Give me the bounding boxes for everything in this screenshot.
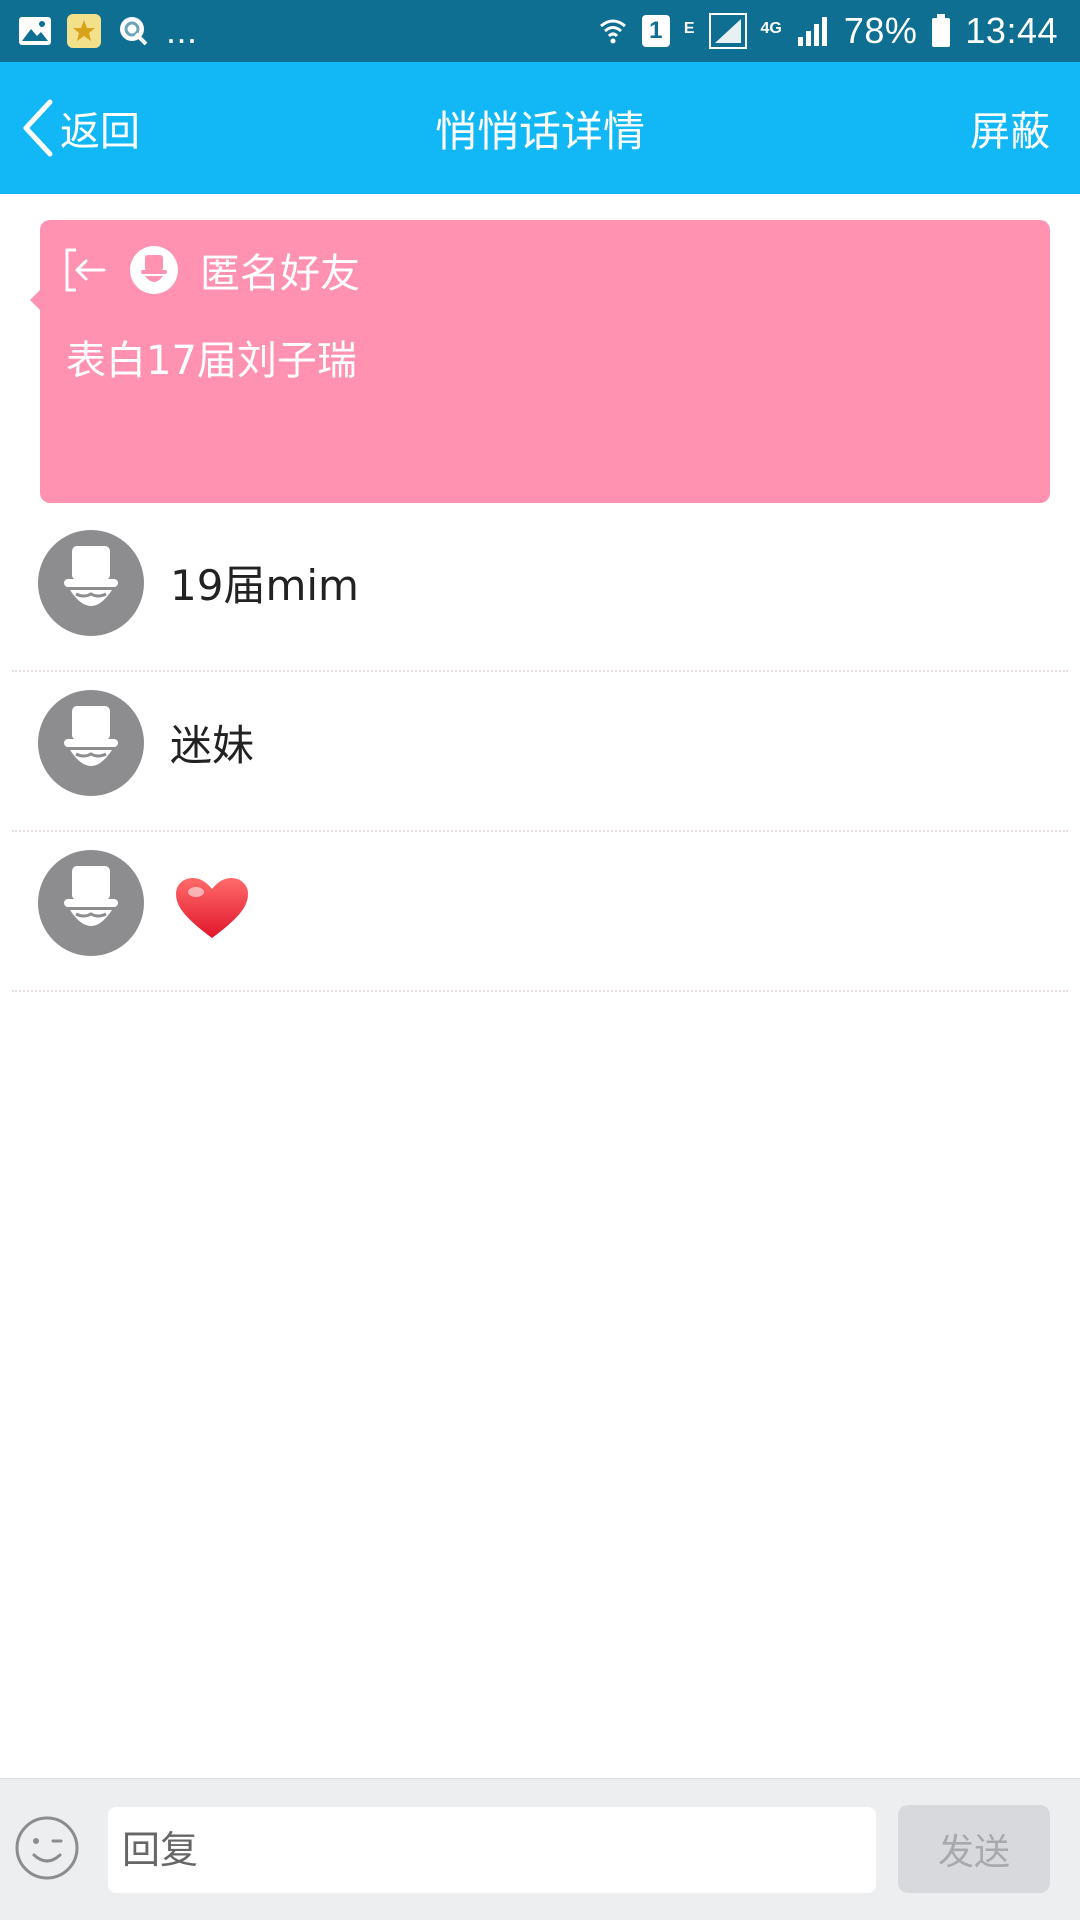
avatar[interactable] (38, 530, 144, 636)
battery-percent: 78% (843, 10, 918, 51)
comment-list: 19届mim 迷妹 (0, 512, 1080, 992)
title-bar: 返回 悄悄话详情 屏蔽 (0, 62, 1080, 194)
card-notch (30, 290, 40, 310)
status-bar-right: 1 E 4G 78% 13:44 (598, 10, 1058, 52)
star-app-notification-icon (66, 13, 102, 49)
card-sender: 匿名好友 (200, 251, 360, 297)
chevron-left-icon (20, 98, 54, 158)
anonymous-avatar-icon (130, 246, 178, 294)
sim-badge: 1 (641, 15, 670, 47)
clock: 13:44 (965, 10, 1058, 51)
anonymous-mask-icon (64, 546, 118, 606)
exit-arrow-icon[interactable] (64, 247, 108, 293)
whisper-card: 匿名好友 表白17届刘子瑞 (30, 220, 1050, 503)
back-label: 返回 (60, 109, 140, 155)
wifi-icon (598, 14, 628, 48)
smiley-icon (15, 1816, 79, 1880)
card-header: 匿名好友 (64, 242, 360, 298)
avatar[interactable] (38, 850, 144, 956)
battery-icon (931, 14, 951, 48)
list-item[interactable]: 19届mim (0, 512, 1080, 672)
more-notifications: ... (166, 10, 198, 51)
list-item[interactable] (0, 832, 1080, 992)
signal-strength-icon (708, 13, 747, 49)
reply-bar: 发送 (0, 1778, 1080, 1920)
status-bar: ... 1 E 4G 78% 13:44 (0, 0, 1080, 62)
search-app-notification-icon (116, 13, 152, 49)
block-button[interactable]: 屏蔽 (970, 62, 1050, 194)
anonymous-mask-icon (64, 706, 118, 766)
emoji-button[interactable] (14, 1815, 80, 1885)
heart-emoji-icon (174, 876, 250, 946)
send-button[interactable]: 发送 (898, 1805, 1050, 1893)
image-notification-icon (18, 16, 52, 46)
network-type-4g: 4G (760, 20, 782, 37)
list-item[interactable]: 迷妹 (0, 672, 1080, 832)
status-bar-left: ... (18, 10, 198, 52)
avatar[interactable] (38, 690, 144, 796)
network-type-e: E (683, 20, 695, 37)
page-title: 悄悄话详情 (434, 106, 645, 156)
comment-text: 迷妹 (170, 721, 255, 770)
signal-bars-icon (796, 15, 830, 47)
back-button[interactable]: 返回 (20, 62, 140, 194)
reply-input[interactable] (108, 1807, 876, 1893)
card-message: 表白17届刘子瑞 (66, 338, 357, 384)
anonymous-mask-icon (64, 866, 118, 926)
comment-text: 19届mim (170, 561, 359, 610)
